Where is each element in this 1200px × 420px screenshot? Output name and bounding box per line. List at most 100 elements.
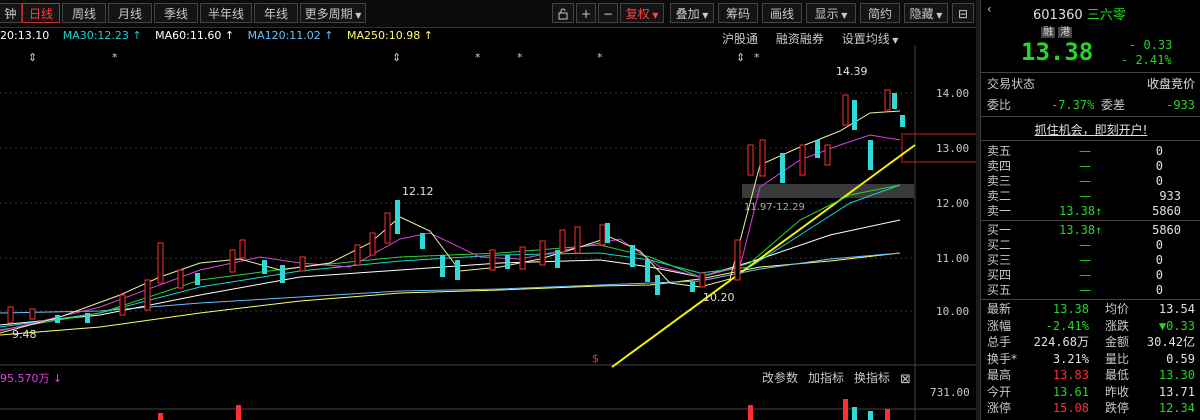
stat-label: 最新 <box>987 302 1012 316</box>
sell-label: 卖四 <box>987 159 1012 173</box>
price-tick: 11.00 <box>936 252 969 265</box>
chips-button[interactable]: 筹码 <box>718 3 758 23</box>
restore-dropdown[interactable]: 复权 ▼ <box>620 3 664 23</box>
trade-status-value: 收盘竞价 <box>1146 77 1195 91</box>
kline-chart[interactable]: ⇕ * ⇕ * * * ⇕ * 11.97-12.29 $ 14.39 12.1… <box>0 45 976 420</box>
tab-halfyear[interactable]: 半年线 <box>200 3 252 23</box>
stat-label: 量比 <box>1105 351 1130 366</box>
period-toolbar: 钟 日线 周线 月线 季线 半年线 年线 更多周期 ▼ + − 复权 ▼ 叠加 … <box>0 0 976 28</box>
volume-label: 95.570万 ↓ <box>0 372 62 385</box>
buy-label: 买三 <box>987 253 1012 267</box>
svg-text:*: * <box>475 51 481 64</box>
buy-volume: 0 <box>1155 283 1163 297</box>
stat-label: 金额 <box>1105 335 1130 349</box>
restore-label: 复权 <box>625 7 650 21</box>
buy-price: — <box>1079 283 1091 297</box>
tab-quarterly[interactable]: 季线 <box>154 3 198 23</box>
open-account-link[interactable]: 抓住机会，即刻开户! <box>981 121 1200 138</box>
collapse-arrow-icon[interactable]: ‹ <box>987 2 992 16</box>
chevron-down-icon: ▼ <box>889 36 899 45</box>
overlay-label: 叠加 <box>675 7 700 21</box>
svg-text:*: * <box>517 51 523 64</box>
draw-line-button[interactable]: 画线 <box>762 3 802 23</box>
sell-label: 卖一 <box>987 204 1012 218</box>
display-dropdown[interactable]: 显示 ▼ <box>806 3 856 23</box>
stat-label: 今开 <box>987 384 1012 399</box>
lock-icon[interactable] <box>552 3 574 23</box>
tab-yearly[interactable]: 年线 <box>254 3 298 23</box>
stats-row: 最新 13.38 均价 13.54 <box>987 301 1195 318</box>
stat-value: 12.34 <box>1158 401 1195 415</box>
stats-row: 换手* 3.21% 量比 0.59 <box>987 351 1195 368</box>
stat-label: 最低 <box>1105 368 1130 382</box>
margin-tag: 融 <box>1041 27 1055 38</box>
stats-row: 总手 224.68万 金额 30.42亿 <box>987 334 1195 351</box>
volume-axis-tick: 731.00 <box>930 386 970 399</box>
price-tick: 12.00 <box>936 197 969 210</box>
zoom-in-icon[interactable]: + <box>576 3 596 23</box>
overlay-dropdown[interactable]: 叠加 ▼ <box>670 3 714 23</box>
zoom-out-icon[interactable]: − <box>598 3 618 23</box>
sell-row-1: 卖一 13.38↑ 5860 <box>987 203 1195 220</box>
buy-label: 买二 <box>987 238 1012 252</box>
tab-weekly[interactable]: 周线 <box>62 3 106 23</box>
more-period-dropdown[interactable]: 更多周期 ▼ <box>300 3 366 23</box>
stat-label: 均价 <box>1105 302 1130 316</box>
window-toggle-icon[interactable]: ⊟ <box>952 3 974 23</box>
ma60-value: MA60:11.60 ↑ <box>155 29 235 42</box>
stat-value: 13.30 <box>1158 368 1195 382</box>
chip-range-band <box>742 184 914 198</box>
quote-panel: ‹ 601360 三六零 融 港 13.38 - 0.33 - 2.41% 交易… <box>980 0 1200 420</box>
sell-price: 13.38↑ <box>1059 204 1103 218</box>
stat-label: 涨幅 <box>987 318 1012 333</box>
range-annotation: 11.97-12.29 <box>744 202 805 213</box>
edit-params-button[interactable]: 改参数 <box>762 370 798 385</box>
more-period-label: 更多周期 <box>304 7 353 21</box>
low-left-annotation: 9.48 <box>12 328 37 341</box>
weicha-value: -933 <box>1166 98 1195 112</box>
price-change: - 0.33 <box>1129 38 1173 52</box>
switch-indicator-button[interactable]: 换指标 <box>854 370 890 385</box>
margin-trading-link[interactable]: 融资融券 <box>776 32 824 46</box>
tab-minute-partial[interactable]: 钟 <box>0 3 22 23</box>
simple-button[interactable]: 简约 <box>860 3 900 23</box>
weibi-value: -7.37% <box>1051 98 1095 112</box>
low-mid-annotation: 10.20 <box>703 291 735 304</box>
event-markers: ⇕ * ⇕ * * * ⇕ * <box>28 51 760 64</box>
weibi-row: 委比 -7.37% 委差 -933 <box>987 97 1195 114</box>
tab-monthly[interactable]: 月线 <box>108 3 152 23</box>
current-price: 13.38 <box>1021 38 1094 66</box>
ma-indicator-line: 20:13.10 MA30:12.23 ↑ MA60:11.60 ↑ MA120… <box>0 29 443 45</box>
peak-annotation: 12.12 <box>402 185 434 198</box>
stock-name: 三六零 <box>1086 8 1126 23</box>
sell-label: 卖三 <box>987 174 1012 188</box>
stock-header: 601360 三六零 <box>1033 4 1126 23</box>
svg-text:⇕: ⇕ <box>736 51 745 64</box>
close-icon[interactable]: ⊠ <box>900 372 911 387</box>
stat-label: 跌停 <box>1105 401 1130 415</box>
chevron-down-icon: ▼ <box>933 11 943 20</box>
add-indicator-button[interactable]: 加指标 <box>808 370 844 385</box>
stat-value: 0.59 <box>1166 351 1195 366</box>
hide-dropdown[interactable]: 隐藏 ▼ <box>904 3 948 23</box>
stat-value: -2.41% <box>1045 318 1089 333</box>
stat-value: ▼0.33 <box>1158 318 1195 333</box>
hk-connect-link[interactable]: 沪股通 <box>722 32 758 46</box>
hk-tag: 港 <box>1058 27 1073 38</box>
ma-settings-link[interactable]: 设置均线 <box>842 32 890 46</box>
buy-row-5: 买五 — 0 <box>987 282 1195 299</box>
price-tick: 14.00 <box>936 87 969 100</box>
stat-value: 15.08 <box>1052 401 1089 415</box>
buy-label: 买五 <box>987 283 1012 297</box>
stats-row: 最高 13.83 最低 13.30 <box>987 367 1195 384</box>
chevron-down-icon: ▼ <box>352 11 362 20</box>
stat-label: 总手 <box>987 335 1012 349</box>
tab-daily[interactable]: 日线 <box>22 3 60 23</box>
chevron-down-icon: ▼ <box>649 11 659 20</box>
signal-marker: $ <box>592 352 599 365</box>
stats-row: 涨停 15.08 跌停 12.34 <box>987 400 1195 417</box>
weicha-label: 委差 <box>1101 98 1126 112</box>
buy-label: 买一 <box>987 223 1012 237</box>
stat-label: 涨跌 <box>1105 318 1130 333</box>
sell-volume: 5860 <box>1152 204 1181 218</box>
